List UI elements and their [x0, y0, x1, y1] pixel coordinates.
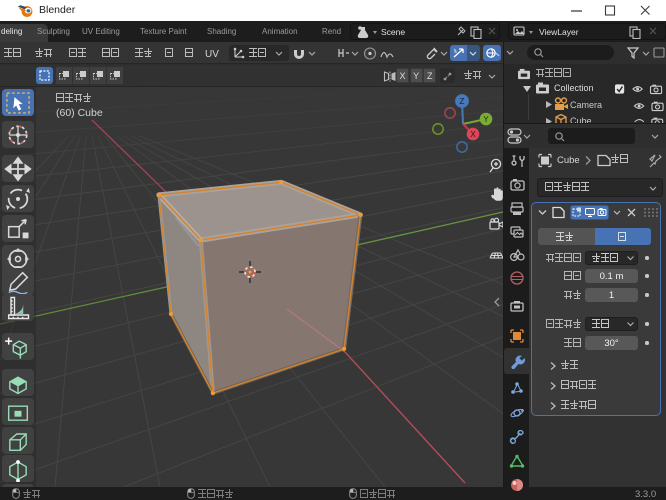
svg-text:X: X: [470, 130, 476, 139]
svg-text:(60) Cube: (60) Cube: [56, 107, 103, 119]
svg-text:Y: Y: [483, 115, 489, 124]
svg-text:Z: Z: [460, 97, 465, 106]
